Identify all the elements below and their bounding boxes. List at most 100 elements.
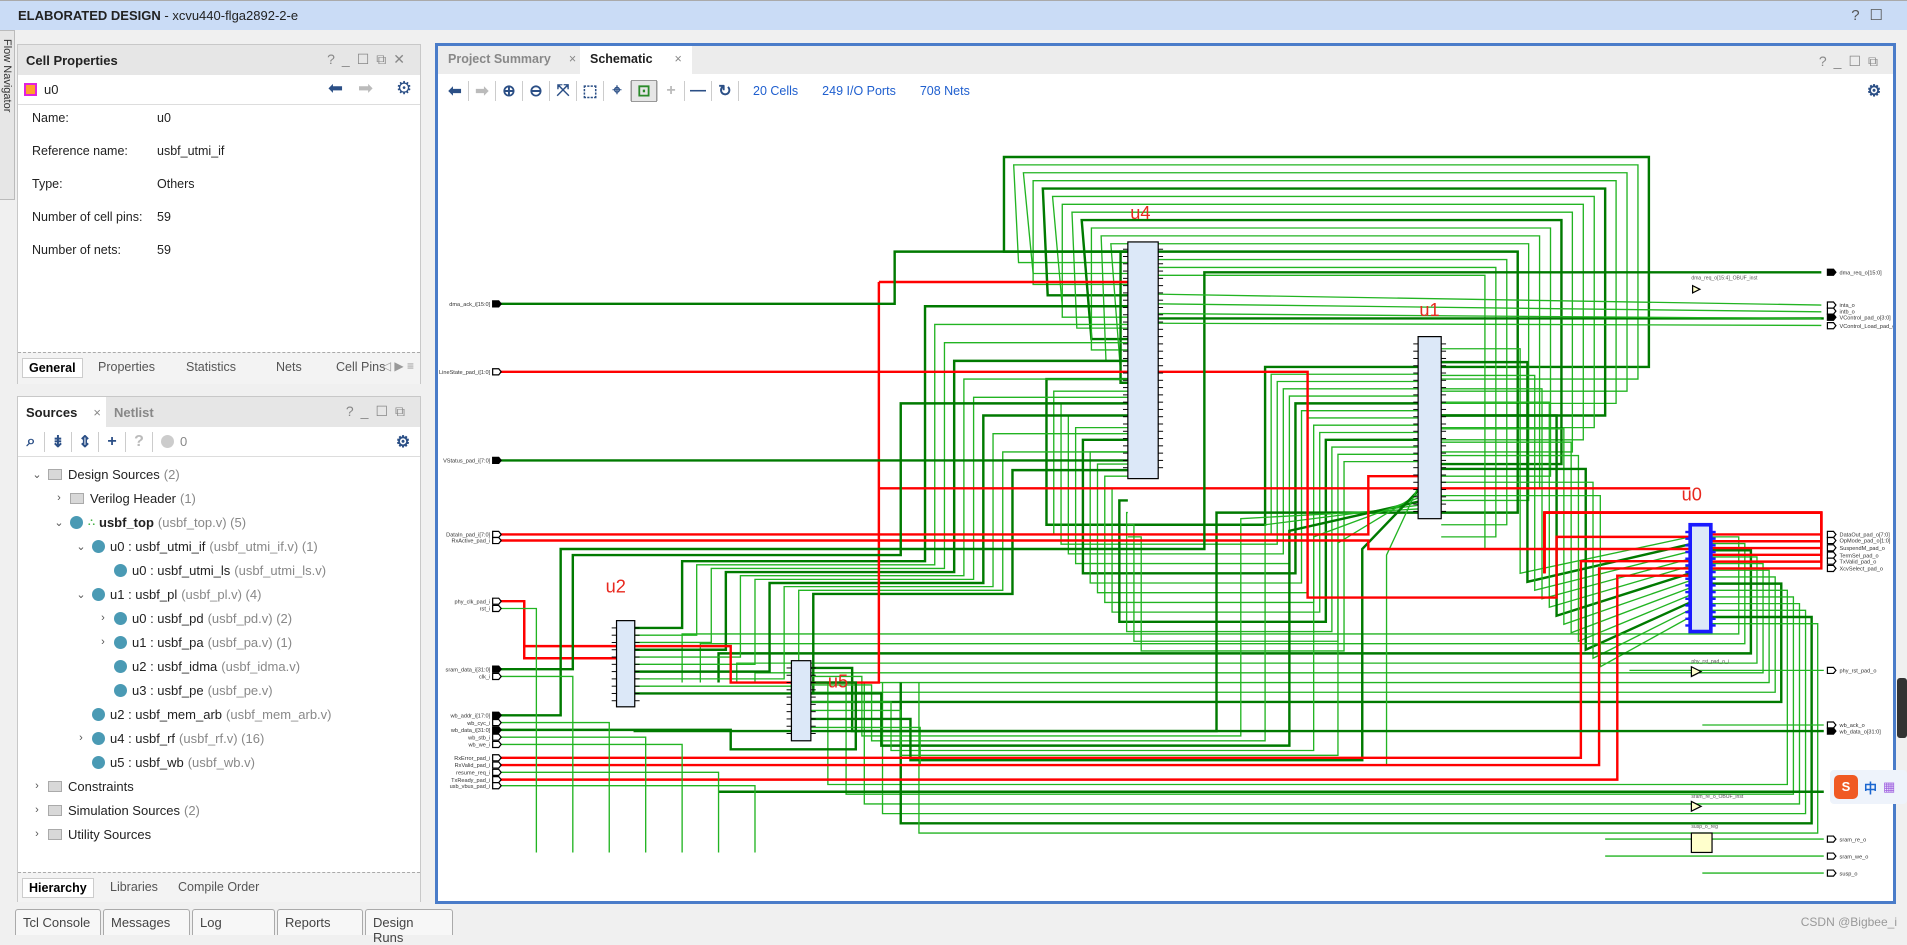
close-icon[interactable]: × <box>675 52 682 66</box>
tree-item[interactable]: u3 : usbf_pe (usbf_pe.v) <box>24 678 420 702</box>
tab-messages[interactable]: Messages <box>103 909 190 935</box>
output-port[interactable]: VControl_pad_o[3:0] <box>1826 313 1891 321</box>
tree-item[interactable]: › Verilog Header (1) <box>24 486 420 510</box>
apps-icon[interactable]: ▦ <box>1883 779 1895 795</box>
zoom-area-icon[interactable]: ⬚ <box>577 81 603 101</box>
tab-libraries[interactable]: Libraries <box>104 878 164 898</box>
tab-log[interactable]: Log <box>192 909 275 935</box>
tree-item[interactable]: › Utility Sources <box>24 822 420 846</box>
tree-item[interactable]: › u0 : usbf_pd (usbf_pd.v) (2) <box>24 606 420 630</box>
maximize-icon[interactable]: ☐ <box>1848 53 1868 69</box>
help-icon[interactable]: ? <box>346 403 361 419</box>
cell-box[interactable] <box>1688 522 1713 634</box>
zoom-in-icon[interactable]: ⊕ <box>496 81 522 101</box>
tab-general[interactable]: General <box>22 358 83 378</box>
expand-all-icon[interactable]: ⇕ <box>72 432 98 452</box>
chevron-right-icon[interactable]: › <box>96 636 110 648</box>
input-port[interactable]: RxActive_pad_i <box>451 536 502 545</box>
input-port[interactable]: wb_stb_i <box>467 733 502 741</box>
toggle-cells-icon[interactable]: ⊡ <box>631 80 657 102</box>
gear-icon[interactable]: ⚙ <box>390 432 416 452</box>
input-port[interactable]: dma_ack_i[15:0] <box>449 300 502 308</box>
chevron-right-icon[interactable]: › <box>52 492 66 504</box>
tab-hierarchy[interactable]: Hierarchy <box>22 878 94 898</box>
chevron-right-icon[interactable]: › <box>74 732 88 744</box>
output-port[interactable]: XcvSelect_pad_o <box>1826 564 1883 573</box>
io-ports-count-link[interactable]: 249 I/O Ports <box>822 84 896 98</box>
zoom-fit-icon[interactable]: ⤧ <box>550 82 576 100</box>
output-port[interactable]: dma_req_o[15:0] <box>1826 268 1882 276</box>
close-icon[interactable]: ✕ <box>393 51 412 67</box>
minimize-icon[interactable]: _ <box>342 51 357 67</box>
tab-reports[interactable]: Reports <box>277 909 363 935</box>
chevron-right-icon[interactable]: › <box>30 828 44 840</box>
maximize-icon[interactable]: ☐ <box>1870 7 1893 24</box>
primitive-cell[interactable]: susp_o_reg <box>1690 824 1718 854</box>
input-port[interactable]: resume_req_i <box>456 768 502 777</box>
input-port[interactable]: phy_clk_pad_i <box>455 597 502 605</box>
net-wire[interactable] <box>499 574 1691 781</box>
tab-nets[interactable]: Nets <box>270 358 308 378</box>
cell-u2[interactable]: u2 <box>606 577 640 708</box>
output-port[interactable]: TermSel_pad_o <box>1826 551 1879 559</box>
net-wire[interactable] <box>499 599 617 660</box>
output-port[interactable]: wb_data_o[31:0] <box>1826 727 1881 735</box>
tree-item[interactable]: › Constraints <box>24 774 420 798</box>
back-arrow-icon[interactable]: ⬅ <box>328 78 343 99</box>
cell-box[interactable] <box>1417 336 1442 520</box>
input-port[interactable]: wb_cyc_i <box>466 718 502 727</box>
net-wire[interactable] <box>499 559 1691 759</box>
input-port[interactable]: VStatus_pad_i[7:0] <box>443 456 502 465</box>
net-wire[interactable] <box>1155 293 1822 306</box>
output-port[interactable]: OpMode_pad_o[1:0] <box>1826 536 1891 545</box>
chevron-down-icon[interactable]: ⌄ <box>74 588 88 601</box>
tree-item[interactable]: u0 : usbf_utmi_ls (usbf_utmi_ls.v) <box>24 558 420 582</box>
net-wire[interactable] <box>1441 348 1691 575</box>
net-wire[interactable] <box>1060 380 1419 545</box>
cell-box[interactable] <box>790 660 812 742</box>
tab-statistics[interactable]: Statistics <box>180 358 242 378</box>
close-icon[interactable]: × <box>569 52 576 66</box>
chevron-down-icon[interactable]: ⌄ <box>30 468 44 481</box>
tab-project-summary[interactable]: Project Summary × <box>438 46 587 74</box>
net-wire[interactable] <box>499 474 1419 536</box>
close-icon[interactable]: × <box>93 405 101 420</box>
net-wire[interactable] <box>1441 494 1691 668</box>
tab-design-runs[interactable]: Design Runs <box>365 909 453 945</box>
input-port[interactable]: wb_addr_i[17:0] <box>450 711 502 719</box>
ime-mode-label[interactable]: 中 <box>1864 778 1877 797</box>
maximize-icon[interactable]: ☐ <box>357 51 377 67</box>
net-wire[interactable] <box>1441 428 1691 626</box>
net-wire[interactable] <box>499 721 610 853</box>
input-port[interactable]: RxError_pad_i <box>454 754 502 762</box>
net-wire[interactable] <box>1155 303 1822 313</box>
zoom-out-icon[interactable]: ⊖ <box>523 81 549 101</box>
tree-item[interactable]: › Simulation Sources (2) <box>24 798 420 822</box>
tab-properties[interactable]: Properties <box>92 358 161 378</box>
tab-netlist[interactable]: Netlist <box>114 405 154 420</box>
tree-item[interactable]: ⌄ u0 : usbf_utmi_if (usbf_utmi_if.v) (1) <box>24 534 420 558</box>
cell-box[interactable] <box>615 620 636 708</box>
net-wire[interactable] <box>499 785 756 853</box>
input-port[interactable]: wb_data_i[31:0] <box>450 726 502 734</box>
output-port[interactable]: phy_rst_pad_o <box>1826 666 1876 675</box>
input-port[interactable]: LineState_pad_i[1:0] <box>439 368 502 376</box>
cell-box[interactable] <box>1127 241 1159 480</box>
collapse-all-icon[interactable]: ⇟ <box>45 432 71 452</box>
output-port[interactable]: TxValid_pad_o <box>1826 557 1876 565</box>
nets-count-link[interactable]: 708 Nets <box>920 84 970 98</box>
forward-arrow-icon[interactable]: ➡ <box>358 78 373 99</box>
tab-scroll-icons[interactable]: ◁ ▶ ≡ <box>382 359 414 373</box>
tab-compile-order[interactable]: Compile Order <box>172 878 265 898</box>
forward-icon[interactable]: ➡ <box>469 81 495 101</box>
back-icon[interactable]: ⬅ <box>442 81 468 101</box>
side-scroll-handle[interactable] <box>1897 678 1907 738</box>
select-target-icon[interactable]: ⌖ <box>604 82 630 100</box>
tree-item[interactable]: u2 : usbf_idma (usbf_idma.v) <box>24 654 420 678</box>
cell-u0[interactable]: u0 <box>1682 484 1716 634</box>
gear-icon[interactable]: ⚙ <box>396 78 412 99</box>
cell-u4[interactable]: u4 <box>1122 203 1164 480</box>
tree-item[interactable]: u2 : usbf_mem_arb (usbf_mem_arb.v) <box>24 702 420 726</box>
tree-item[interactable]: › u4 : usbf_rf (usbf_rf.v) (16) <box>24 726 420 750</box>
cell-u1[interactable]: u1 <box>1413 300 1447 520</box>
